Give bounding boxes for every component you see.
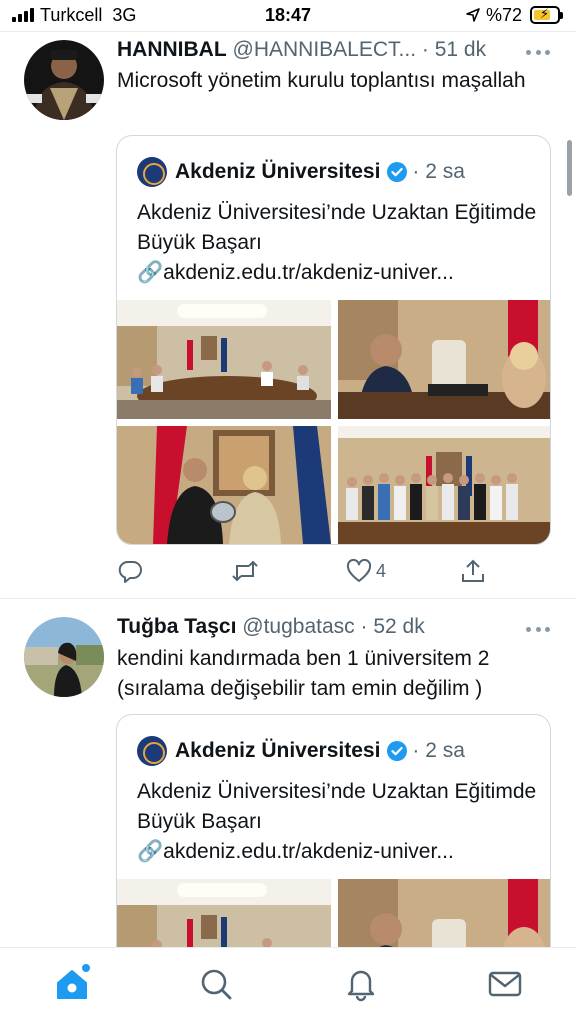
tweet-header: HANNIBAL @HANNIBALECT... · 51 dk bbox=[117, 38, 486, 62]
quoted-display-name: Akdeniz Üniversitesi bbox=[175, 739, 381, 762]
location-arrow-icon bbox=[466, 8, 480, 22]
tweet[interactable]: HANNIBAL @HANNIBALECT... · 51 dk Microso… bbox=[0, 32, 576, 598]
quoted-display-name: Akdeniz Üniversitesi bbox=[175, 160, 381, 183]
photo-group[interactable] bbox=[338, 426, 550, 544]
search-tab[interactable] bbox=[198, 966, 234, 1002]
timestamp[interactable]: · 52 dk bbox=[361, 615, 425, 638]
more-options-icon[interactable] bbox=[526, 625, 550, 633]
tweet-text: Microsoft yönetim kurulu toplantısı maşa… bbox=[117, 69, 526, 92]
battery-icon: ⚡ bbox=[530, 6, 563, 24]
avatar[interactable] bbox=[24, 40, 104, 120]
link-icon: 🔗 bbox=[137, 840, 164, 863]
scrollbar[interactable] bbox=[567, 140, 572, 196]
user-handle[interactable]: @tugbatasc bbox=[242, 615, 354, 638]
share-icon bbox=[462, 559, 484, 582]
display-name[interactable]: HANNIBAL bbox=[117, 38, 227, 61]
quoted-timestamp: · 2 sa bbox=[412, 739, 465, 762]
notifications-tab[interactable] bbox=[343, 966, 379, 1002]
retweet-button[interactable] bbox=[231, 556, 259, 586]
reply-icon bbox=[118, 561, 142, 583]
avatar[interactable] bbox=[24, 617, 104, 697]
quoted-text: Akdeniz Üniversitesi’nde Uzaktan Eğitimd… bbox=[137, 780, 537, 833]
verified-badge-icon bbox=[387, 162, 408, 182]
quoted-tweet[interactable]: Akdeniz Üniversitesi · 2 sa Akdeniz Üniv… bbox=[116, 714, 551, 974]
verified-badge-icon bbox=[387, 741, 408, 761]
like-count: 4 bbox=[376, 560, 387, 581]
user-handle[interactable]: @HANNIBALECT... bbox=[233, 38, 417, 61]
messages-tab[interactable] bbox=[487, 966, 523, 1002]
share-button[interactable] bbox=[460, 556, 486, 586]
photo-plaque-presentation[interactable] bbox=[117, 426, 331, 544]
quoted-timestamp: · 2 sa bbox=[412, 160, 465, 183]
reply-button[interactable] bbox=[117, 556, 143, 586]
link-icon: 🔗 bbox=[137, 261, 164, 284]
notifications-icon bbox=[347, 970, 375, 1002]
photo-man-at-desk[interactable] bbox=[338, 300, 550, 419]
messages-icon bbox=[488, 971, 522, 997]
quoted-link[interactable]: akdeniz.edu.tr/akdeniz-univer... bbox=[163, 840, 454, 863]
quoted-link[interactable]: akdeniz.edu.tr/akdeniz-univer... bbox=[163, 261, 454, 284]
tweet-actions: 4 bbox=[0, 556, 576, 586]
bottom-tab-bar bbox=[0, 947, 576, 1024]
like-button[interactable]: 4 bbox=[346, 556, 386, 586]
heart-icon bbox=[346, 559, 372, 582]
tweet-text: kendini kandırmada ben 1 üniversitem 2 (… bbox=[117, 647, 490, 700]
tweet-header: Tuğba Taşcı @tugbatasc · 52 dk bbox=[117, 615, 425, 639]
university-logo-avatar bbox=[137, 736, 167, 766]
retweet-icon bbox=[232, 560, 258, 582]
status-bar: Turkcell 3G 18:47 %72 ⚡ bbox=[0, 0, 576, 32]
tweet[interactable]: Tuğba Taşcı @tugbatasc · 52 dk kendini k… bbox=[0, 599, 576, 974]
timestamp[interactable]: · 51 dk bbox=[422, 38, 486, 61]
quoted-text: Akdeniz Üniversitesi’nde Uzaktan Eğitimd… bbox=[137, 201, 537, 254]
display-name[interactable]: Tuğba Taşcı bbox=[117, 615, 236, 638]
quoted-tweet[interactable]: Akdeniz Üniversitesi · 2 sa Akdeniz Üniv… bbox=[116, 135, 551, 545]
new-content-dot bbox=[82, 964, 90, 972]
home-tab[interactable] bbox=[54, 964, 90, 1002]
search-icon bbox=[201, 969, 232, 1000]
photo-meeting-room[interactable] bbox=[117, 300, 331, 419]
more-options-icon[interactable] bbox=[526, 48, 550, 56]
university-logo-avatar bbox=[137, 157, 167, 187]
battery-percent: %72 bbox=[486, 5, 523, 25]
